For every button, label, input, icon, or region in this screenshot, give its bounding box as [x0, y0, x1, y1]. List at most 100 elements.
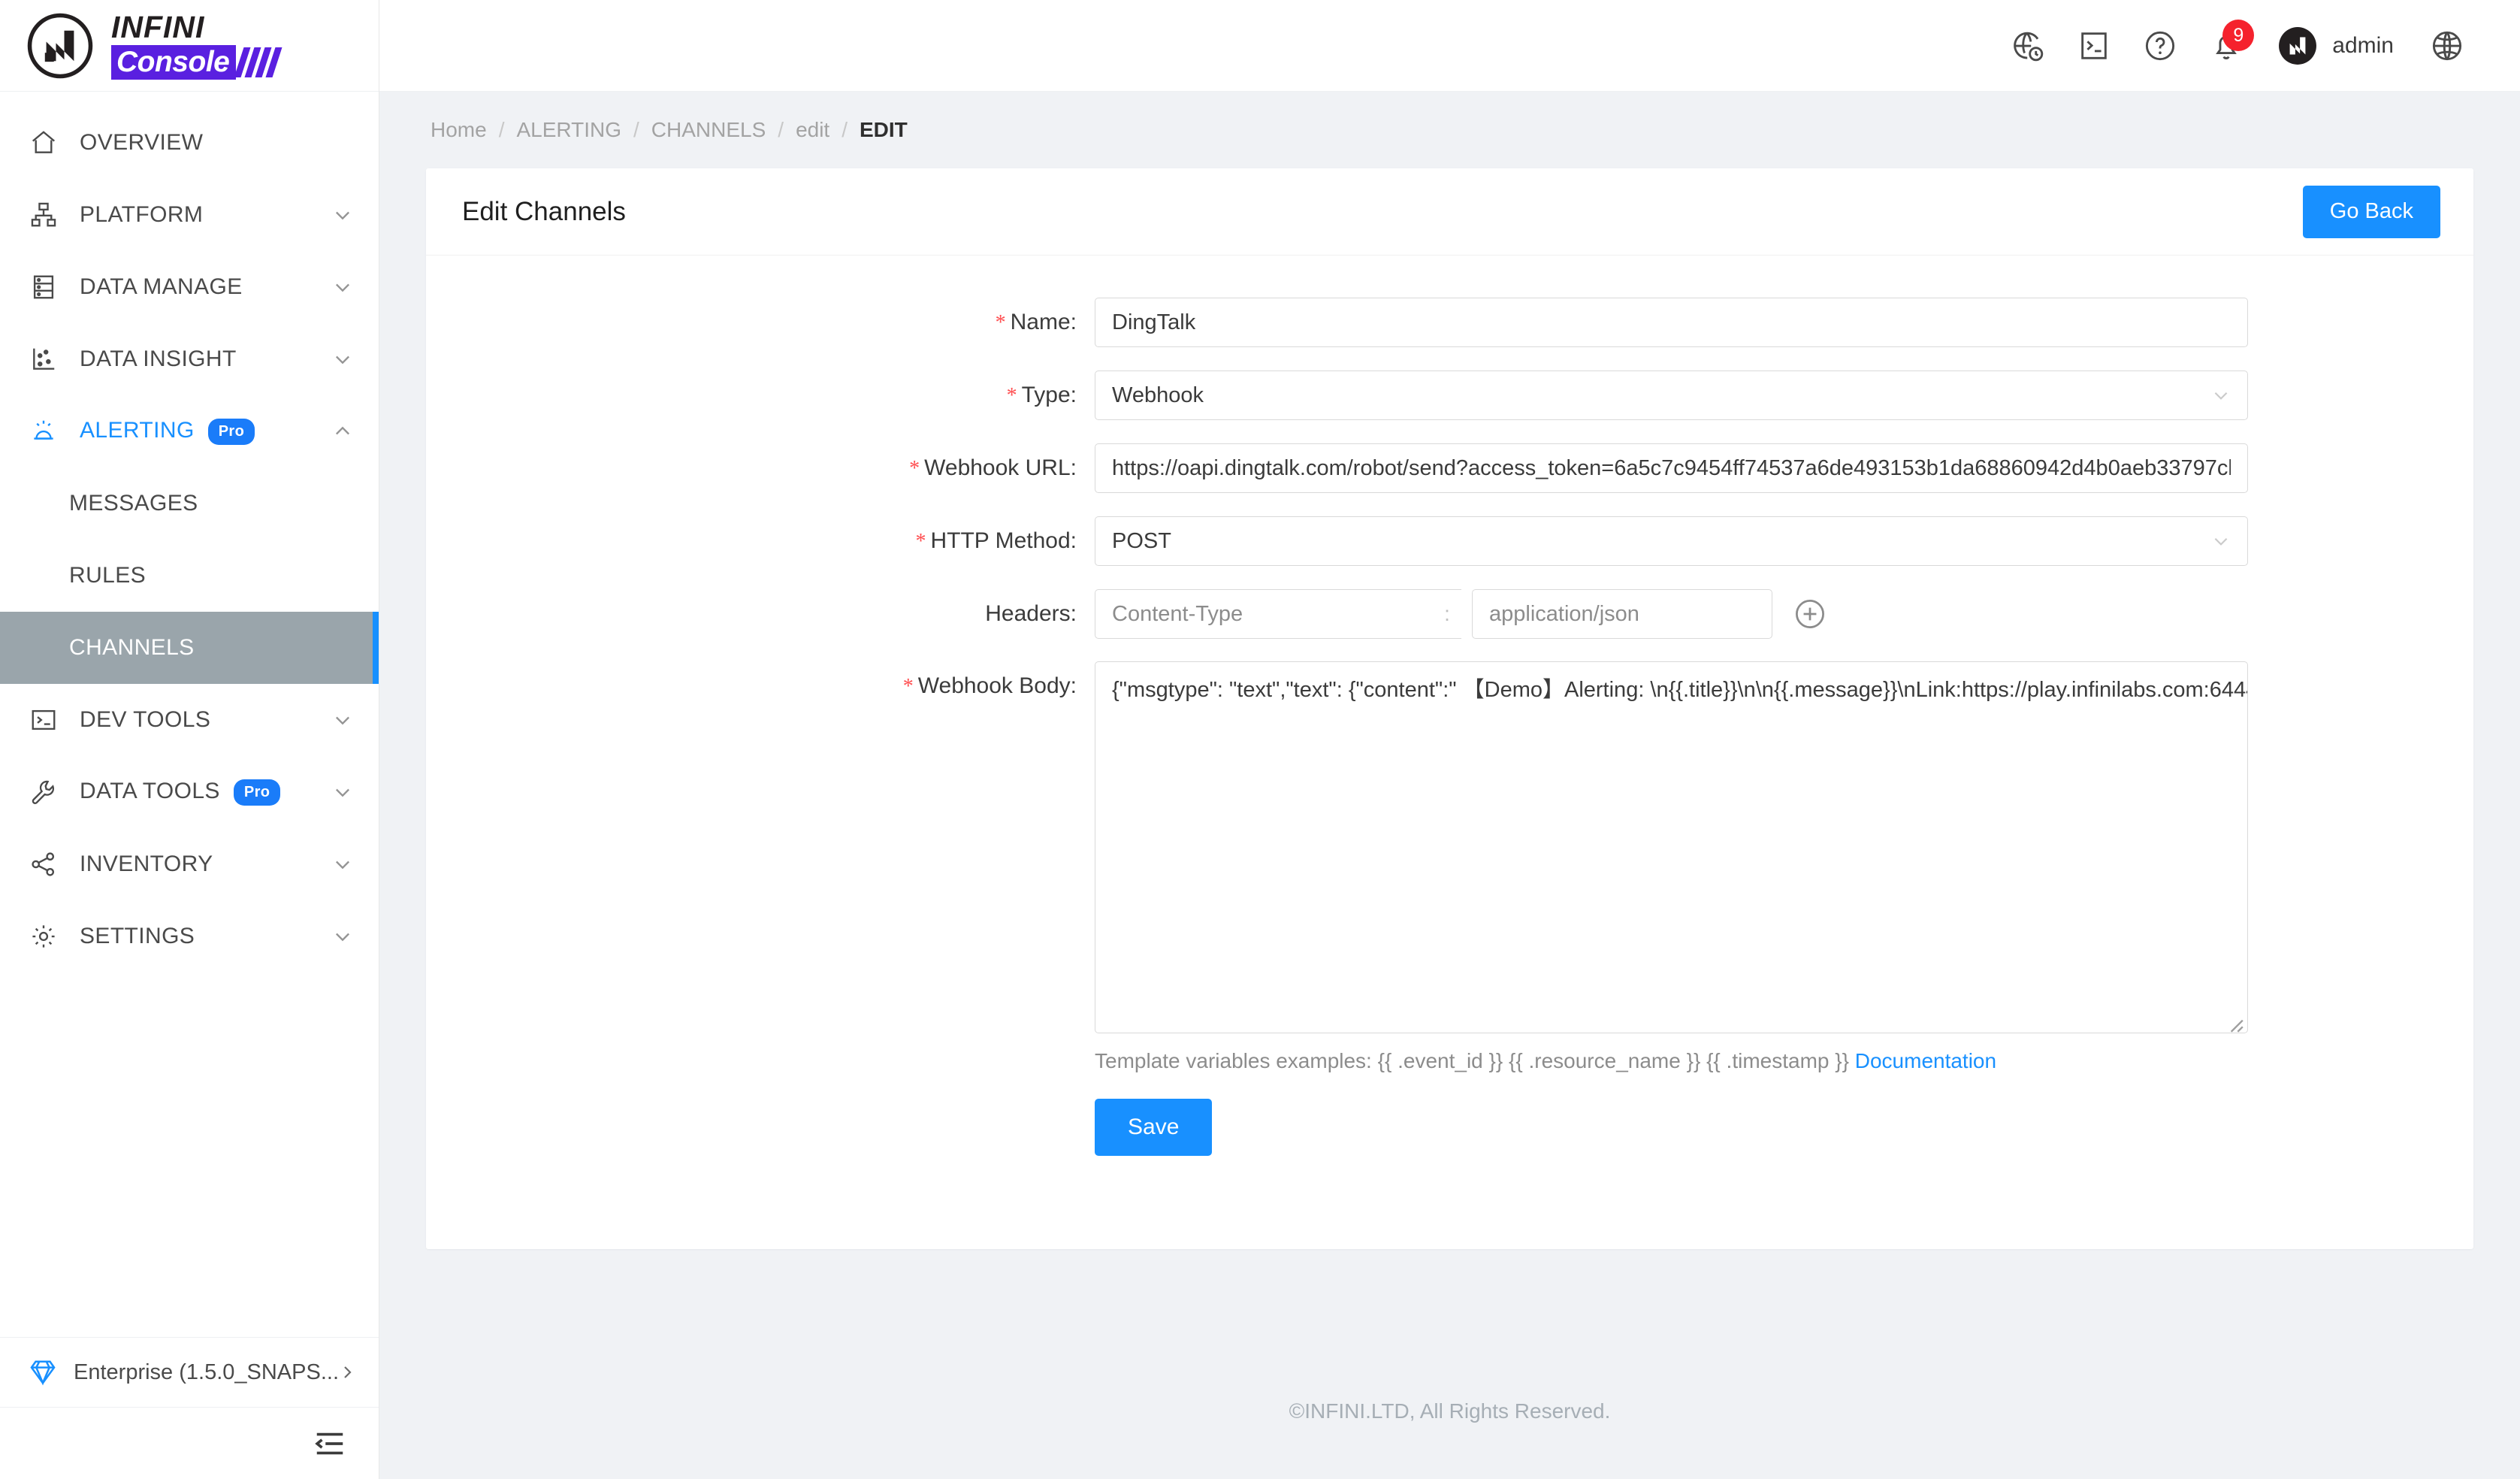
sidebar-item-label: ALERTING Pro	[80, 418, 332, 445]
sidebar-item-platform[interactable]: PLATFORM	[0, 179, 379, 251]
go-back-button[interactable]: Go Back	[2302, 185, 2440, 238]
sidebar-item-label: OVERVIEW	[80, 130, 204, 155]
breadcrumb-separator: /	[498, 118, 505, 141]
help-circle-icon	[2146, 31, 2175, 60]
webhook-url-input[interactable]	[1095, 443, 2248, 493]
form-row-name: * Name:	[426, 298, 2473, 348]
webhook-body-field-wrap: {"msgtype": "text","text": {"content":" …	[1095, 661, 2473, 1156]
license-label: Enterprise (1.5.0_SNAPS...	[74, 1360, 338, 1384]
chevron-down-icon[interactable]	[332, 926, 353, 947]
http-method-selected-value: POST	[1112, 528, 1171, 553]
http-method-label-text: HTTP Method	[930, 528, 1071, 553]
pro-badge: Pro	[207, 418, 255, 445]
share-nodes-icon	[29, 849, 59, 879]
notifications-button[interactable]: 9	[2197, 17, 2256, 75]
sidebar-item-rules[interactable]: RULES	[0, 540, 379, 612]
logo-slashes-decoration	[234, 45, 283, 80]
terminal-icon	[29, 705, 59, 735]
form-row-http-method: * HTTP Method: POST	[426, 516, 2473, 567]
sidebar-subitem-label: RULES	[69, 563, 147, 588]
type-label-text: Type	[1021, 383, 1071, 407]
save-button[interactable]: Save	[1095, 1099, 1213, 1156]
sidebar: INFINI Console OVERVIEW PLATFORM DATA MA…	[0, 0, 379, 1479]
license-info-button[interactable]: Enterprise (1.5.0_SNAPS...	[0, 1338, 379, 1407]
platform-icon	[29, 200, 59, 230]
sidebar-subitem-label: MESSAGES	[69, 491, 198, 516]
sidebar-item-data-tools[interactable]: DATA TOOLS Pro	[0, 756, 379, 828]
breadcrumb: Home / ALERTING / CHANNELS / edit / EDIT	[379, 92, 2520, 168]
breadcrumb-item-edit[interactable]: edit	[796, 118, 829, 142]
alarm-icon	[29, 416, 59, 446]
app-root: INFINI Console OVERVIEW PLATFORM DATA MA…	[0, 0, 2520, 1479]
breadcrumb-separator: /	[842, 118, 848, 141]
chevron-up-icon[interactable]	[332, 421, 353, 442]
globe-clock-icon-button[interactable]	[1999, 17, 2057, 75]
console-terminal-icon-button[interactable]	[2065, 17, 2123, 75]
sidebar-item-inventory[interactable]: INVENTORY	[0, 828, 379, 900]
sidebar-item-label: DATA TOOLS Pro	[80, 779, 332, 806]
http-method-select[interactable]: POST	[1095, 516, 2248, 566]
sidebar-item-data-insight[interactable]: DATA INSIGHT	[0, 323, 379, 395]
chevron-down-icon[interactable]	[332, 204, 353, 225]
breadcrumb-item-home[interactable]: Home	[431, 118, 487, 142]
chevron-down-icon[interactable]	[332, 782, 353, 803]
label-colon: :	[1070, 383, 1077, 407]
sidebar-item-label: INVENTORY	[80, 851, 213, 876]
chevron-down-icon[interactable]	[332, 277, 353, 298]
copyright-text: ©INFINI.LTD, All Rights Reserved.	[1289, 1399, 1611, 1423]
headers-label: Headers:	[426, 589, 1095, 639]
app-logo[interactable]: INFINI Console	[0, 0, 379, 92]
sidebar-collapse-button[interactable]	[0, 1407, 379, 1479]
sidebar-item-dev-tools[interactable]: DEV TOOLS	[0, 684, 379, 756]
hint-text: Template variables examples: {{ .event_i…	[1095, 1049, 1849, 1072]
label-colon: :	[1070, 601, 1077, 626]
name-label-text: Name	[1010, 310, 1071, 334]
sidebar-item-channels[interactable]: CHANNELS	[0, 612, 379, 684]
header-value-input[interactable]	[1472, 589, 1772, 639]
sidebar-data-tools-text: DATA TOOLS	[80, 779, 220, 804]
breadcrumb-item-channels[interactable]: CHANNELS	[651, 118, 766, 142]
chevron-down-icon[interactable]	[332, 349, 353, 370]
webhook-url-label: * Webhook URL:	[426, 443, 1095, 494]
sidebar-item-label: SETTINGS	[80, 924, 195, 948]
headers-label-text: Headers	[985, 601, 1071, 626]
logo-console-text: Console	[111, 44, 237, 80]
chart-scatter-icon	[29, 344, 59, 374]
documentation-link[interactable]: Documentation	[1855, 1049, 1996, 1072]
language-switch-button[interactable]	[2418, 17, 2476, 75]
webhook-body-textarea[interactable]: {"msgtype": "text","text": {"content":" …	[1095, 661, 2248, 1033]
wrench-icon	[29, 777, 59, 807]
chevron-down-icon	[2214, 392, 2228, 400]
name-input[interactable]	[1095, 298, 2248, 347]
chevron-down-icon[interactable]	[332, 709, 353, 730]
webhook-url-field-wrap	[1095, 443, 2473, 493]
sidebar-item-label: DATA INSIGHT	[80, 346, 237, 371]
home-icon	[29, 128, 59, 158]
webhook-url-label-text: Webhook URL	[924, 455, 1071, 480]
webhook-body-label-text: Webhook Body	[917, 673, 1071, 698]
label-colon: :	[1070, 528, 1077, 553]
breadcrumb-item-current: EDIT	[860, 118, 908, 141]
breadcrumb-separator: /	[778, 118, 784, 141]
breadcrumb-item-alerting[interactable]: ALERTING	[516, 118, 621, 142]
user-menu[interactable]: admin	[2278, 26, 2394, 65]
page-title: Edit Channels	[462, 196, 626, 226]
pro-badge: Pro	[233, 779, 281, 806]
sidebar-item-overview[interactable]: OVERVIEW	[0, 107, 379, 179]
label-colon: :	[1070, 673, 1077, 698]
webhook-body-textarea-wrap: {"msgtype": "text","text": {"content":" …	[1095, 661, 2248, 1037]
card-header: Edit Channels Go Back	[426, 168, 2473, 256]
header-separator: :	[1433, 589, 1461, 639]
help-icon-button[interactable]	[2131, 17, 2189, 75]
sidebar-item-settings[interactable]: SETTINGS	[0, 900, 379, 972]
logo-infini-text: INFINI	[111, 9, 205, 44]
sidebar-item-data-manage[interactable]: DATA MANAGE	[0, 251, 379, 323]
header-key-input[interactable]	[1095, 589, 1433, 639]
sidebar-item-messages[interactable]: MESSAGES	[0, 467, 379, 540]
chevron-down-icon[interactable]	[332, 854, 353, 875]
plus-circle-icon[interactable]	[1793, 597, 1827, 631]
chevron-down-icon	[2214, 537, 2228, 546]
type-select[interactable]: Webhook	[1095, 371, 2248, 420]
page-footer: ©INFINI.LTD, All Rights Reserved.	[379, 1344, 2520, 1479]
sidebar-item-alerting[interactable]: ALERTING Pro	[0, 395, 379, 467]
